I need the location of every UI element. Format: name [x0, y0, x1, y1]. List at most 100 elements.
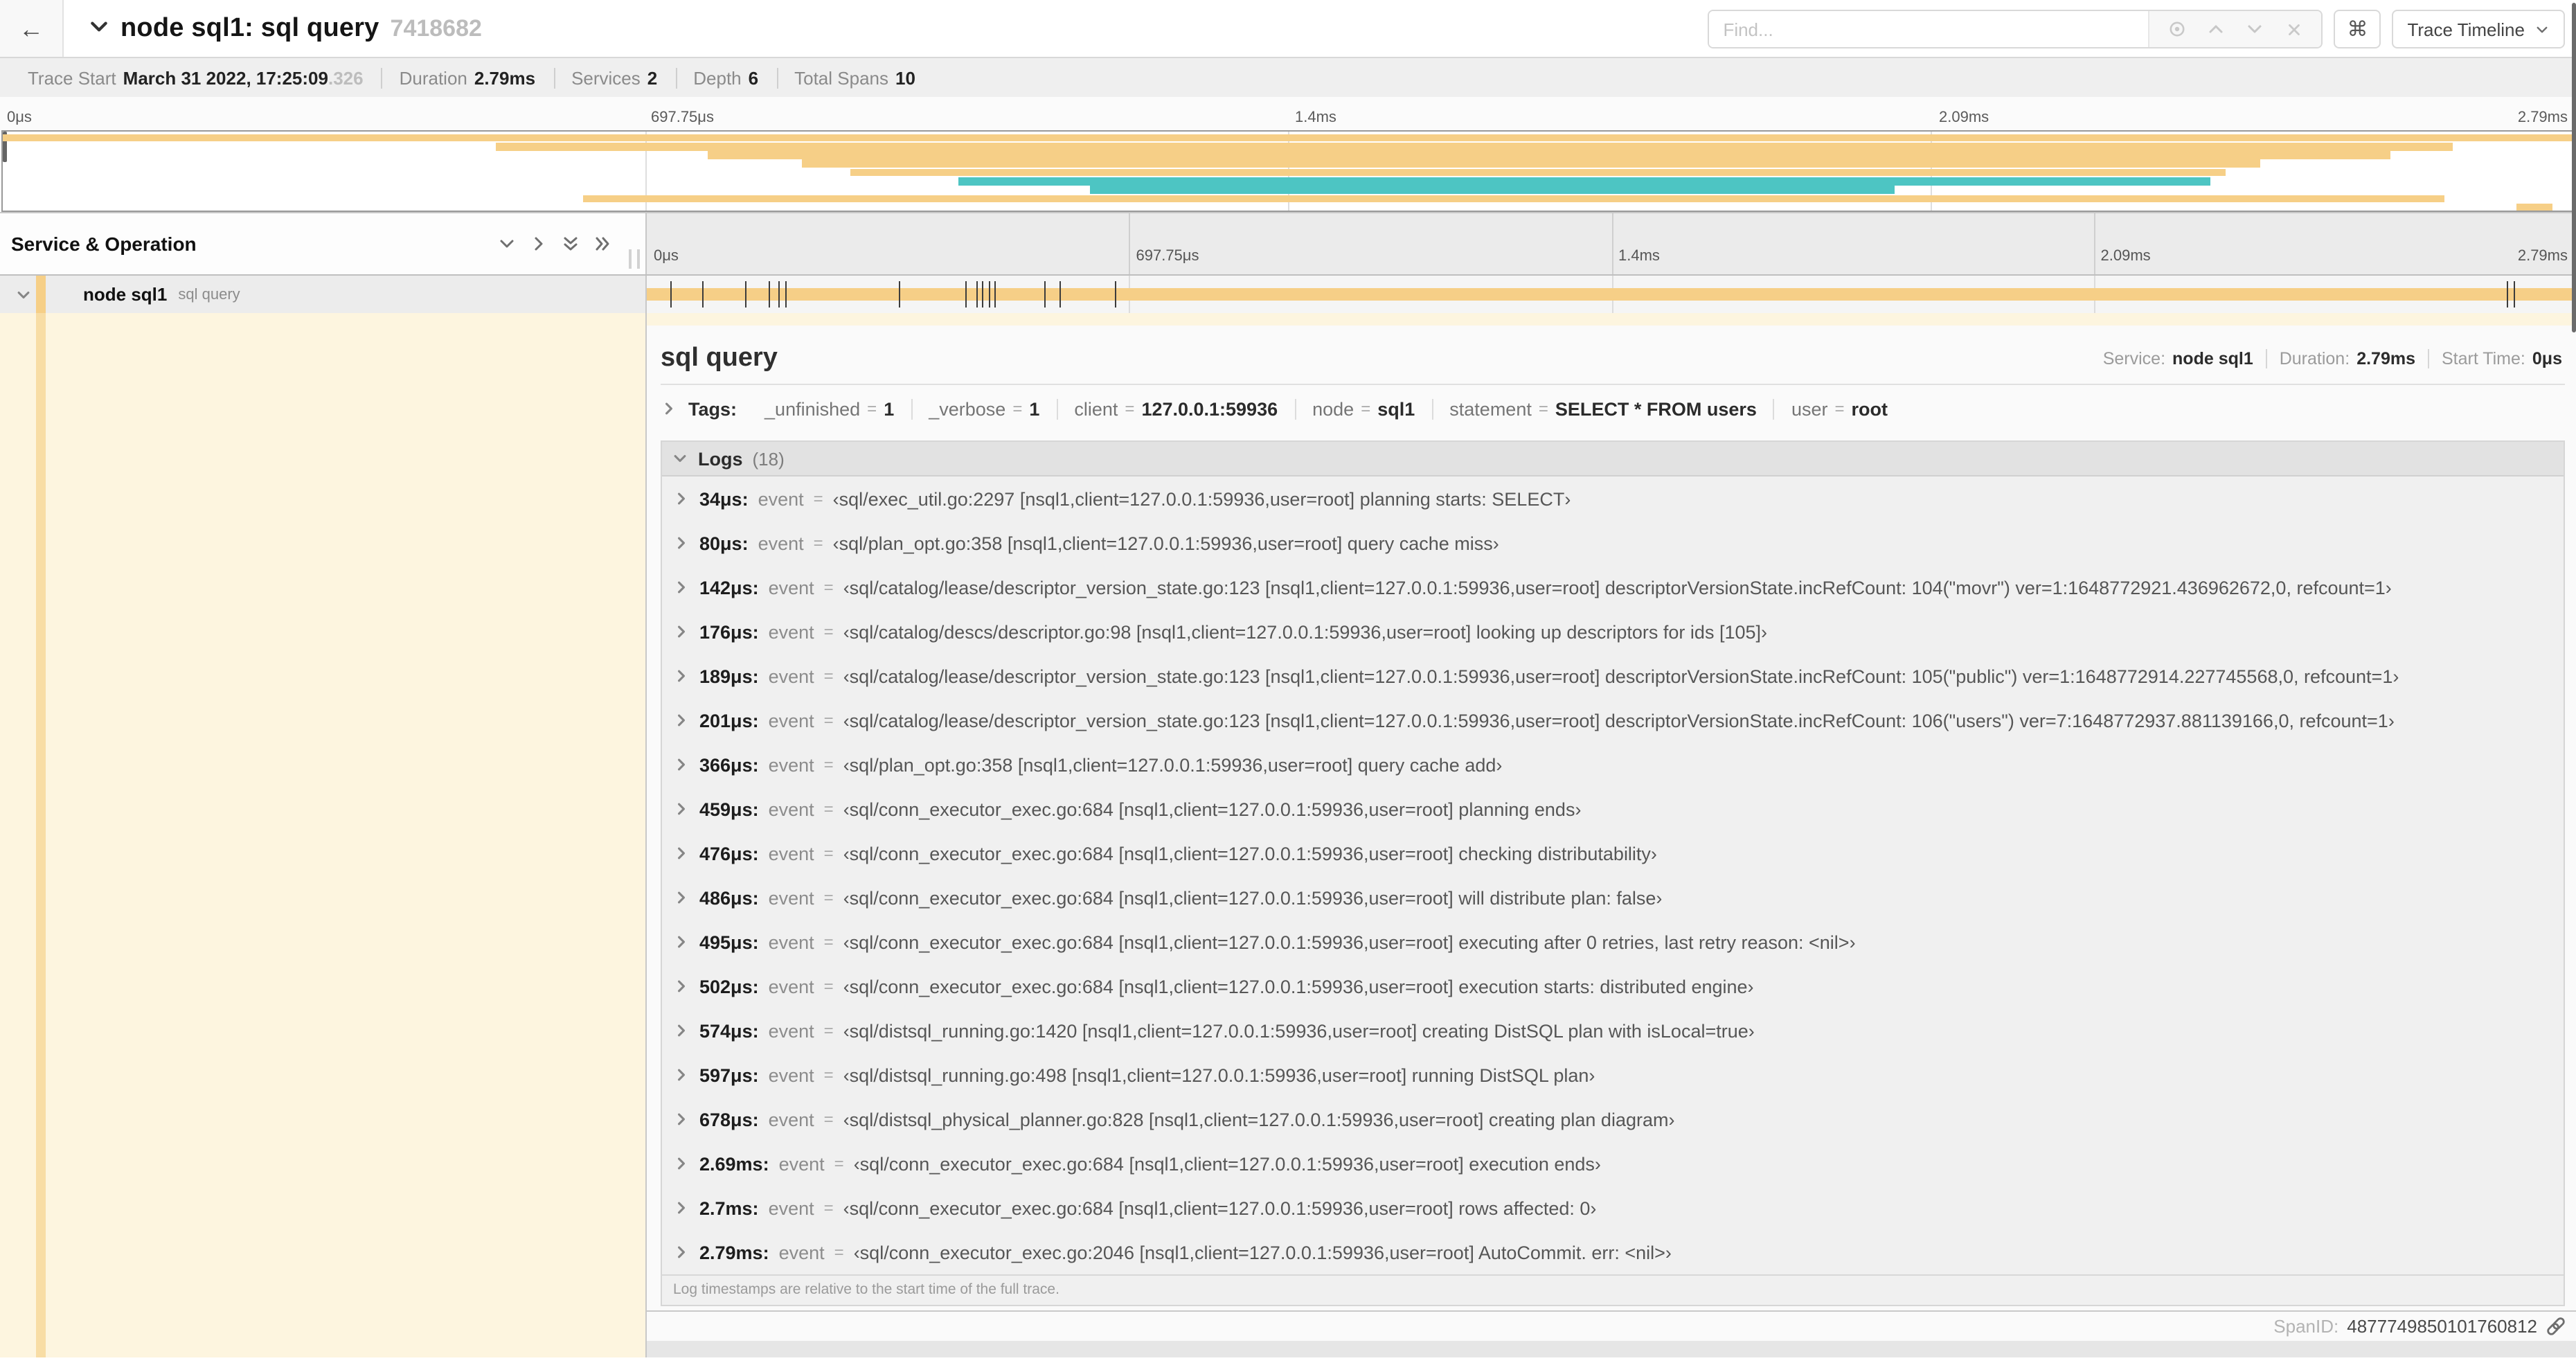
trace-title-area: node sql1: sql query 7418682	[89, 13, 482, 44]
time-tick-label: 0μs	[7, 109, 32, 126]
close-icon[interactable]	[2277, 14, 2310, 44]
equals-sign: =	[823, 932, 834, 952]
time-tick-label: 0μs	[654, 248, 679, 265]
span-detail-row: sql query Service: node sql1 Duration: 2…	[0, 313, 2576, 1357]
log-entry[interactable]: 34μs: event = ‹sql/exec_util.go:2297 [ns…	[662, 476, 2564, 521]
tag-value: 127.0.0.1:59936	[1141, 398, 1278, 419]
span-id-row: SpanID: 4877749850101760812	[647, 1312, 2576, 1341]
log-field-name: event	[758, 488, 804, 509]
log-entry[interactable]: 2.7ms: event = ‹sql/conn_executor_exec.g…	[662, 1186, 2564, 1230]
chevron-down-icon	[2537, 26, 2548, 33]
tag-value: 1	[1029, 398, 1040, 419]
chevron-down-icon	[674, 455, 686, 462]
span-overview-item: Service: node sql1	[2091, 349, 2266, 368]
log-entry[interactable]: 486μs: event = ‹sql/conn_executor_exec.g…	[662, 875, 2564, 920]
chevron-down-icon[interactable]	[89, 16, 109, 37]
log-timestamp: 34μs:	[699, 488, 749, 509]
log-field-name: event	[768, 843, 814, 864]
grid-line	[1129, 213, 1131, 274]
locate-icon[interactable]	[2161, 14, 2194, 44]
timeline-collapse-controls	[497, 234, 612, 253]
chevron-right-icon	[678, 758, 685, 771]
overview-value: node sql1	[2172, 349, 2253, 368]
log-timestamp: 678μs:	[699, 1109, 759, 1130]
time-tick-label: 2.09ms	[2100, 248, 2151, 265]
time-tick-label: 697.75μs	[1136, 248, 1199, 265]
summary-value: 2.79ms	[474, 67, 536, 88]
trace-id: 7418682	[390, 15, 482, 41]
log-entry[interactable]: 2.79ms: event = ‹sql/conn_executor_exec.…	[662, 1230, 2564, 1274]
trace-view-selector[interactable]: Trace Timeline	[2392, 10, 2565, 48]
equals-sign: =	[823, 799, 834, 819]
log-entry[interactable]: 495μs: event = ‹sql/conn_executor_exec.g…	[662, 920, 2564, 964]
log-value: ‹sql/distsql_physical_planner.go:828 [ns…	[843, 1109, 1675, 1130]
summary-label: Depth	[693, 67, 742, 88]
collapse-all-icon[interactable]	[561, 234, 580, 253]
log-entry[interactable]: 201μs: event = ‹sql/catalog/lease/descri…	[662, 698, 2564, 742]
logs-footnote: Log timestamps are relative to the start…	[662, 1274, 2564, 1305]
service-operation-header: Service & Operation	[0, 213, 647, 274]
tag-item: client = 127.0.0.1:59936	[1056, 398, 1294, 419]
log-marker-tick	[899, 281, 901, 308]
log-entry[interactable]: 597μs: event = ‹sql/distsql_running.go:4…	[662, 1053, 2564, 1097]
trace-page: ← node sql1: sql query 7418682 Find... ⌘…	[0, 0, 2576, 1363]
tag-item: user = root	[1773, 398, 1904, 419]
equals-sign: =	[1012, 399, 1023, 418]
minimap-canvas[interactable]	[1, 130, 2575, 212]
log-entry[interactable]: 366μs: event = ‹sql/plan_opt.go:358 [nsq…	[662, 742, 2564, 787]
chevron-up-icon[interactable]	[2199, 14, 2233, 44]
vertical-scrollbar[interactable]	[2572, 3, 2575, 332]
log-field-name: event	[768, 754, 814, 775]
span-name-cell[interactable]: node sql1 sql query	[0, 276, 647, 313]
log-field-name: event	[768, 621, 814, 642]
log-entry[interactable]: 476μs: event = ‹sql/conn_executor_exec.g…	[662, 831, 2564, 875]
minimap-span-bar	[3, 134, 2573, 142]
tag-value: root	[1851, 398, 1888, 419]
chevron-down-icon[interactable]	[15, 286, 32, 303]
trace-minimap: 0μs 697.75μs 1.4ms 2.09ms 2.79ms	[0, 97, 2576, 212]
minimap-span-bar	[958, 177, 2211, 186]
log-entry[interactable]: 502μs: event = ‹sql/conn_executor_exec.g…	[662, 964, 2564, 1008]
log-value: ‹sql/catalog/lease/descriptor_version_st…	[843, 710, 2395, 731]
log-entry[interactable]: 142μs: event = ‹sql/catalog/lease/descri…	[662, 565, 2564, 609]
summary-label: Services	[571, 67, 641, 88]
log-entry[interactable]: 176μs: event = ‹sql/catalog/descs/descri…	[662, 609, 2564, 654]
find-result-nav	[2148, 11, 2322, 47]
log-entry[interactable]: 678μs: event = ‹sql/distsql_physical_pla…	[662, 1097, 2564, 1141]
equals-sign: =	[823, 977, 834, 996]
log-entry[interactable]: 189μs: event = ‹sql/catalog/lease/descri…	[662, 654, 2564, 698]
summary-label: Duration	[399, 67, 467, 88]
time-tick-label: 2.79ms	[2517, 109, 2568, 126]
log-value: ‹sql/conn_executor_exec.go:684 [nsql1,cl…	[843, 932, 1856, 952]
tags-accordion-toggle[interactable]: Tags: _unfinished = 1 _verbose = 1 clien…	[661, 385, 2565, 432]
span-bar-track[interactable]	[647, 276, 2576, 313]
keyboard-shortcuts-button[interactable]: ⌘	[2334, 10, 2381, 48]
chevron-right-icon	[678, 1202, 685, 1214]
log-field-name: event	[768, 887, 814, 908]
find-input[interactable]	[1709, 11, 2149, 47]
span-duration-bar[interactable]	[647, 288, 2576, 301]
chevron-right-icon	[678, 492, 685, 505]
column-resizer-handle[interactable]	[629, 249, 640, 269]
link-icon[interactable]	[2546, 1316, 2566, 1337]
log-entry[interactable]: 574μs: event = ‹sql/distsql_running.go:1…	[662, 1008, 2564, 1053]
log-entry[interactable]: 80μs: event = ‹sql/plan_opt.go:358 [nsql…	[662, 521, 2564, 565]
equals-sign: =	[823, 888, 834, 907]
logs-accordion-toggle[interactable]: Logs (18)	[662, 442, 2564, 476]
log-entry[interactable]: 459μs: event = ‹sql/conn_executor_exec.g…	[662, 787, 2564, 831]
equals-sign: =	[813, 489, 823, 508]
summary-label: Total Spans	[794, 67, 888, 88]
tag-key: _unfinished	[764, 398, 861, 419]
span-detail-panel: sql query Service: node sql1 Duration: 2…	[647, 313, 2576, 1357]
equals-sign: =	[1125, 399, 1135, 418]
expand-all-icon[interactable]	[593, 234, 612, 253]
log-entry[interactable]: 2.69ms: event = ‹sql/conn_executor_exec.…	[662, 1141, 2564, 1186]
log-marker-tick	[2506, 281, 2508, 308]
collapse-one-icon[interactable]	[497, 234, 517, 253]
log-timestamp: 502μs:	[699, 976, 759, 997]
expand-one-icon[interactable]	[529, 234, 548, 253]
chevron-right-icon	[678, 891, 685, 904]
chevron-down-icon[interactable]	[2238, 14, 2271, 44]
back-button[interactable]: ←	[0, 0, 64, 57]
chevron-right-icon	[678, 581, 685, 594]
